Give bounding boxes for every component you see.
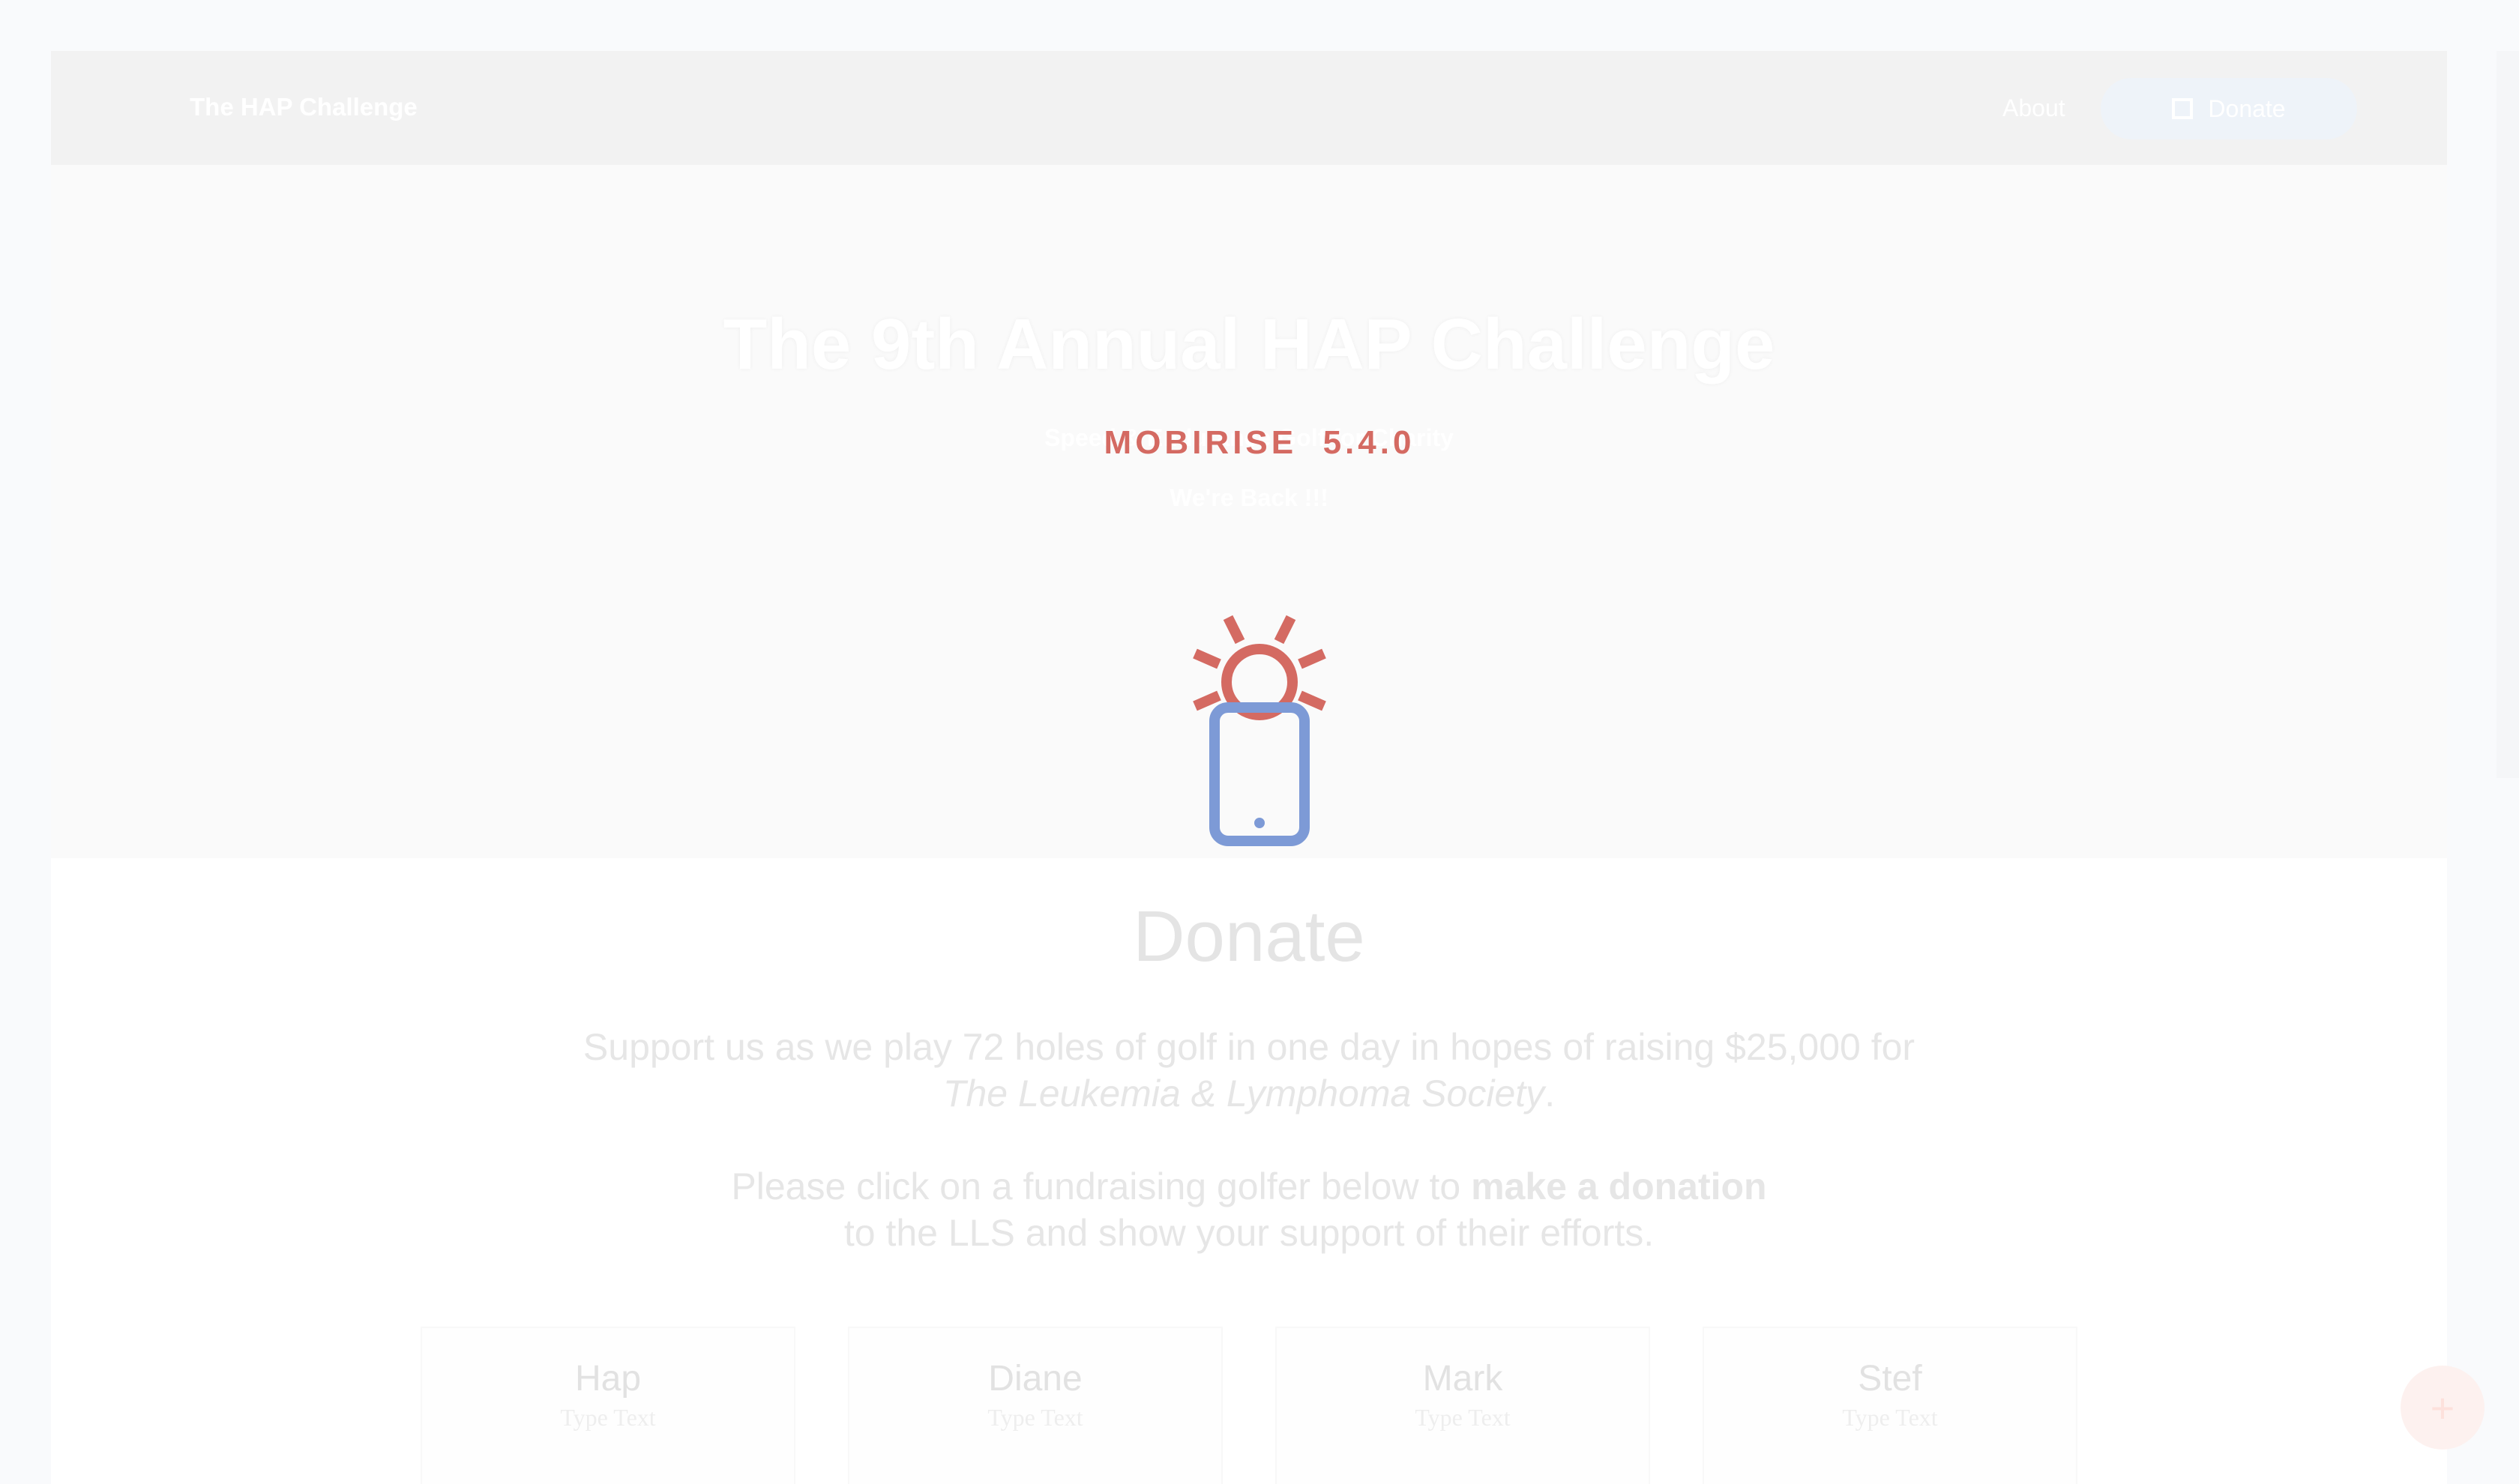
golfer-name: Mark	[1422, 1359, 1503, 1399]
donate-instructions: Please click on a fundraising golfer bel…	[51, 1163, 2447, 1256]
golfer-name: Hap	[574, 1359, 642, 1399]
golfer-text: Type Text	[560, 1404, 656, 1431]
golfer-name: Stef	[1858, 1359, 1922, 1399]
donate-intro: Support us as we play 72 holes of golf i…	[51, 1024, 2447, 1117]
golfer-card-stef[interactable]: Stef Type Text	[1703, 1327, 2077, 1484]
donate-heading: Donate	[1133, 896, 1365, 977]
nav-link-about[interactable]: About	[2002, 94, 2065, 122]
golfer-text: Type Text	[987, 1404, 1083, 1431]
golfer-text: Type Text	[1842, 1404, 1938, 1431]
donate-intro-line: Support us as we play 72 holes of golf i…	[583, 1026, 1915, 1068]
donate-instructions-prefix: Please click on a fundraising golfer bel…	[731, 1165, 1472, 1207]
add-block-button[interactable]: +	[2401, 1366, 2485, 1450]
square-icon	[2172, 98, 2194, 119]
golfer-card-mark[interactable]: Mark Type Text	[1275, 1327, 1650, 1484]
mobirise-phone-sun-icon	[1193, 615, 1326, 846]
golfer-text: Type Text	[1415, 1404, 1511, 1431]
lls-name: The Leukemia & Lymphoma Society	[942, 1073, 1545, 1114]
golfer-card-diane[interactable]: Diane Type Text	[848, 1327, 1223, 1484]
donate-instructions-bold: make a donation	[1471, 1165, 1767, 1207]
scrollbar[interactable]	[2497, 51, 2519, 778]
hero-subtitle-2: We're Back !!!	[1170, 484, 1328, 511]
plus-icon: +	[2430, 1384, 2455, 1432]
golfer-card-hap[interactable]: Hap Type Text	[421, 1327, 795, 1484]
donate-intro-end: .	[1544, 1073, 1556, 1114]
navbar: The HAP Challenge About Donate	[51, 51, 2447, 165]
mobirise-product: MOBIRISE	[1104, 424, 1298, 461]
nav-donate-button[interactable]: Donate	[2101, 78, 2357, 139]
brand-link[interactable]: The HAP Challenge	[190, 93, 418, 121]
nav-donate-label: Donate	[2208, 94, 2286, 122]
mobirise-version: 5.4.0	[1322, 424, 1415, 461]
golfer-cards: Hap Type Text Diane Type Text Mark Type …	[421, 1327, 2130, 1484]
mobirise-loading-label: MOBIRISE 5.4.0	[0, 424, 2519, 462]
donate-instructions-line2: to the LLS and show your support of thei…	[843, 1212, 1655, 1254]
golfer-name: Diane	[988, 1359, 1083, 1399]
hero-title: The 9th Annual HAP Challenge	[723, 304, 1775, 384]
